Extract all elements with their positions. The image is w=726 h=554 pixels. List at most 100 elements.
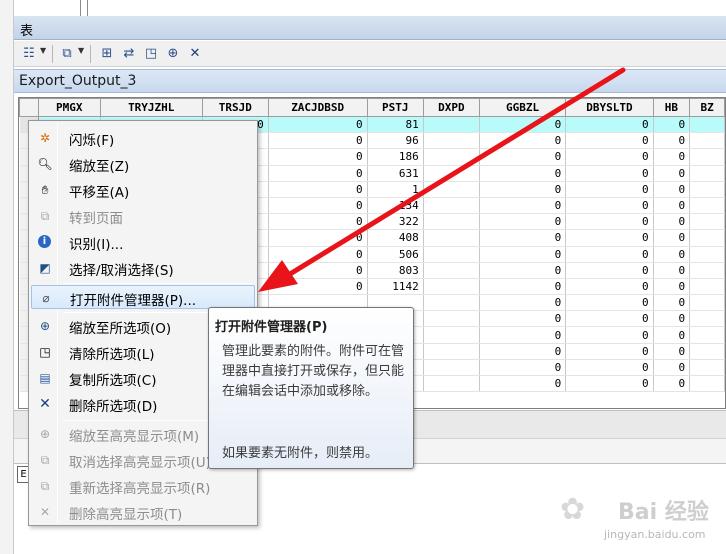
table-cell[interactable]: 0 bbox=[268, 181, 368, 198]
table-cell[interactable]: 0 bbox=[653, 181, 691, 198]
chevron-down-icon[interactable]: ▼ bbox=[78, 46, 84, 55]
column-header[interactable]: PSTJ bbox=[366, 98, 424, 117]
table-cell[interactable] bbox=[689, 116, 725, 134]
table-cell[interactable] bbox=[423, 132, 480, 150]
table-cell[interactable] bbox=[689, 197, 725, 215]
table-cell[interactable] bbox=[689, 310, 725, 328]
table-cell[interactable]: 0 bbox=[479, 343, 567, 360]
table-cell[interactable] bbox=[689, 148, 725, 166]
table-cell[interactable]: 0 bbox=[653, 343, 691, 360]
column-header[interactable]: TRYJZHL bbox=[99, 98, 203, 117]
table-cell[interactable]: 0 bbox=[653, 246, 691, 263]
table-cell[interactable]: 0 bbox=[479, 375, 567, 393]
table-cell[interactable]: 134 bbox=[367, 197, 424, 215]
table-cell[interactable]: 0 bbox=[565, 229, 654, 247]
delete-selected-icon[interactable]: ✕ bbox=[186, 45, 204, 63]
table-cell[interactable] bbox=[423, 310, 480, 328]
table-cell[interactable] bbox=[423, 343, 480, 360]
table-cell[interactable]: 0 bbox=[565, 197, 654, 215]
table-cell[interactable]: 0 bbox=[653, 326, 691, 344]
table-cell[interactable] bbox=[689, 165, 725, 182]
table-cell[interactable]: 0 bbox=[653, 310, 691, 328]
table-cell[interactable]: 0 bbox=[479, 197, 567, 215]
menu-item-zoom-to[interactable]: 🔍︎ 缩放至(Z) bbox=[31, 152, 255, 176]
related-tables-icon[interactable]: ⧉ bbox=[58, 45, 76, 63]
table-cell[interactable]: 0 bbox=[653, 278, 691, 296]
table-options-icon[interactable]: ☷ bbox=[20, 45, 38, 63]
zoom-to-selected-icon[interactable]: ⊕ bbox=[164, 45, 182, 63]
table-cell[interactable] bbox=[423, 359, 480, 377]
table-cell[interactable] bbox=[689, 326, 725, 344]
table-cell[interactable] bbox=[423, 116, 480, 134]
table-cell[interactable]: 0 bbox=[479, 132, 567, 150]
table-cell[interactable]: 0 bbox=[268, 197, 368, 215]
table-cell[interactable] bbox=[423, 375, 480, 393]
table-cell[interactable]: 0 bbox=[565, 148, 654, 166]
table-cell[interactable] bbox=[689, 294, 725, 312]
table-cell[interactable] bbox=[423, 197, 480, 215]
menu-item-open-attachment-manager[interactable]: ⌀ 打开附件管理器(P)... bbox=[31, 285, 255, 309]
menu-item-go-to-page[interactable]: ⧉ 转到页面 bbox=[31, 204, 255, 228]
column-header[interactable] bbox=[19, 98, 39, 117]
table-cell[interactable] bbox=[423, 229, 480, 247]
table-cell[interactable]: 0 bbox=[565, 181, 654, 198]
table-cell[interactable]: 631 bbox=[367, 165, 424, 182]
table-cell[interactable]: 0 bbox=[479, 229, 567, 247]
table-cell[interactable] bbox=[689, 375, 725, 393]
table-cell[interactable]: 0 bbox=[479, 278, 567, 296]
table-cell[interactable]: 0 bbox=[565, 165, 654, 182]
table-cell[interactable] bbox=[689, 132, 725, 150]
table-cell[interactable] bbox=[423, 326, 480, 344]
table-cell[interactable] bbox=[423, 213, 480, 231]
column-header[interactable]: BZ bbox=[689, 98, 725, 117]
table-cell[interactable]: 81 bbox=[367, 116, 424, 134]
table-cell[interactable]: 0 bbox=[479, 310, 567, 328]
window-title-bar[interactable]: 表 bbox=[14, 16, 726, 40]
menu-item-pan-to[interactable]: ✋︎ 平移至(A) bbox=[31, 178, 255, 202]
table-cell[interactable]: 0 bbox=[268, 246, 368, 263]
table-cell[interactable] bbox=[689, 278, 725, 296]
table-cell[interactable]: 0 bbox=[565, 343, 654, 360]
column-header[interactable]: PMGX bbox=[37, 98, 101, 117]
table-cell[interactable] bbox=[689, 229, 725, 247]
table-cell[interactable]: 0 bbox=[268, 278, 368, 296]
menu-item-flash[interactable]: ✲ 闪烁(F) bbox=[31, 126, 255, 150]
table-cell[interactable]: 0 bbox=[653, 148, 691, 166]
table-cell[interactable]: 0 bbox=[565, 294, 654, 312]
table-cell[interactable]: 1142 bbox=[367, 278, 424, 296]
column-header[interactable]: TRSJD bbox=[201, 98, 269, 117]
column-header[interactable]: DBYSLTD bbox=[565, 98, 654, 117]
switch-selection-icon[interactable]: ⇄ bbox=[120, 45, 138, 63]
menu-item-select-toggle[interactable]: ◩ 选择/取消选择(S) bbox=[31, 256, 255, 280]
menu-item-reselect-highlighted[interactable]: ⧉ 重新选择高亮显示项(R) bbox=[31, 474, 255, 498]
menu-item-delete-highlighted[interactable]: ✕ 删除高亮显示项(T) bbox=[31, 500, 255, 524]
table-cell[interactable]: 0 bbox=[479, 165, 567, 182]
table-cell[interactable] bbox=[423, 294, 480, 312]
column-header[interactable]: ZACJDBSD bbox=[267, 98, 368, 117]
table-cell[interactable]: 0 bbox=[653, 375, 691, 393]
table-cell[interactable]: 506 bbox=[367, 246, 424, 263]
table-cell[interactable]: 0 bbox=[479, 359, 567, 377]
table-cell[interactable]: 0 bbox=[565, 262, 654, 279]
table-cell[interactable]: 186 bbox=[367, 148, 424, 166]
table-tab-header[interactable]: Export_Output_3 bbox=[14, 69, 726, 93]
table-cell[interactable]: 0 bbox=[653, 116, 691, 134]
chevron-down-icon[interactable]: ▼ bbox=[40, 46, 46, 55]
table-cell[interactable]: 0 bbox=[479, 246, 567, 263]
table-cell[interactable]: 0 bbox=[653, 262, 691, 279]
select-by-attributes-icon[interactable]: ⊞ bbox=[98, 45, 116, 63]
table-cell[interactable] bbox=[423, 148, 480, 166]
table-cell[interactable]: 0 bbox=[479, 326, 567, 344]
table-cell[interactable]: 0 bbox=[479, 181, 567, 198]
table-cell[interactable]: 0 bbox=[268, 262, 368, 279]
table-cell[interactable]: 0 bbox=[479, 116, 567, 134]
table-cell[interactable]: 0 bbox=[479, 262, 567, 279]
menu-item-identify[interactable]: i 识别(I)... bbox=[31, 230, 255, 254]
table-cell[interactable]: 0 bbox=[479, 148, 567, 166]
table-cell[interactable] bbox=[689, 359, 725, 377]
column-header[interactable]: HB bbox=[652, 98, 691, 117]
table-cell[interactable]: 0 bbox=[268, 229, 368, 247]
table-cell[interactable]: 0 bbox=[565, 213, 654, 231]
table-cell[interactable]: 1 bbox=[367, 181, 424, 198]
table-cell[interactable]: 0 bbox=[653, 132, 691, 150]
